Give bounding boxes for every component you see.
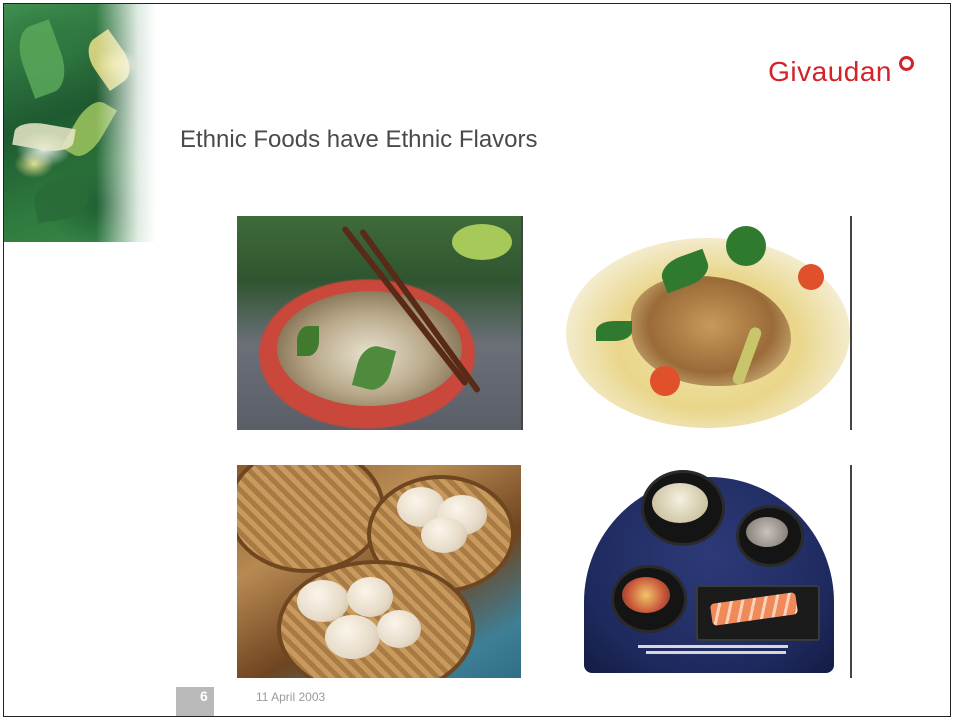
photo-edge-line (850, 216, 852, 430)
japanese-bento-photo (566, 465, 850, 678)
page-number: 6 (200, 688, 208, 704)
photo-edge-line (850, 465, 852, 678)
slide: Givaudan Ethnic Foods have Ethnic Flavor… (3, 3, 951, 717)
photo-edge-line (521, 216, 523, 430)
slide-title: Ethnic Foods have Ethnic Flavors (180, 126, 538, 153)
slide-date: 11 April 2003 (256, 690, 326, 704)
thai-curry-photo (566, 216, 850, 430)
givaudan-logo: Givaudan (768, 56, 892, 87)
page-number-box (176, 687, 214, 716)
pho-noodle-soup-photo (237, 216, 521, 430)
logo-ring-icon (899, 56, 914, 71)
dim-sum-photo (237, 465, 521, 678)
flower-leaves-photo (4, 4, 156, 242)
